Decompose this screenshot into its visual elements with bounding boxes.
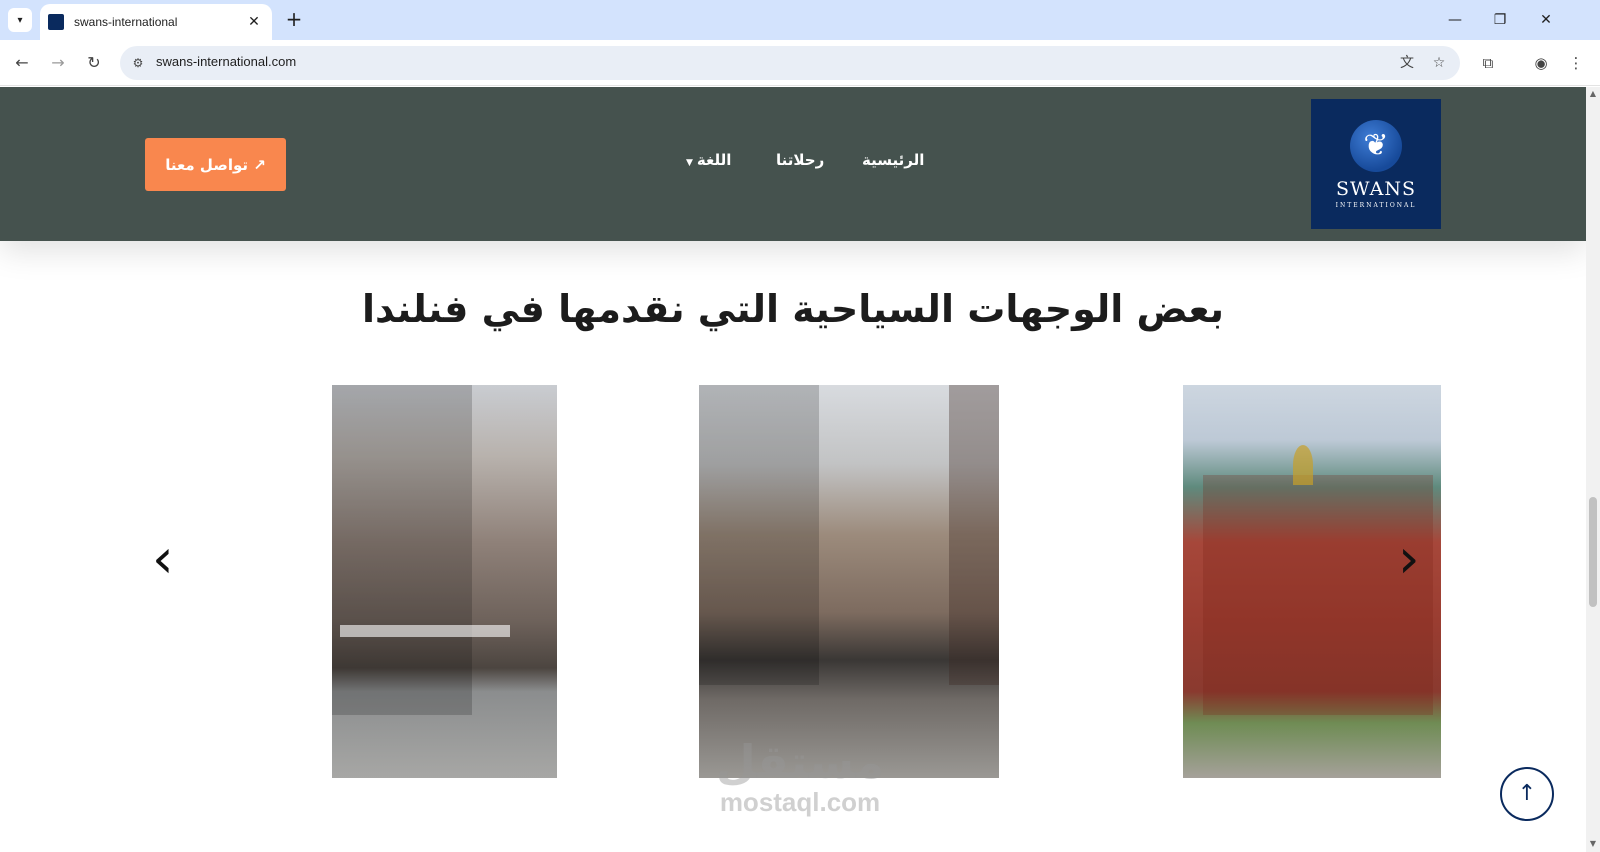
browser-tabstrip: ▾ swans-international ✕ + — ❐ ✕: [0, 0, 1600, 40]
url-text: swans-international.com: [156, 54, 297, 69]
mostaql-watermark: مستقل mostaql.com: [700, 737, 900, 818]
nav-trips[interactable]: رحلاتنا: [776, 151, 824, 169]
tab-title: swans-international: [74, 15, 178, 29]
site-favicon-icon: [48, 14, 64, 30]
swan-icon: ❦: [1350, 119, 1402, 172]
extensions-icon[interactable]: ⧉: [1474, 49, 1502, 77]
building-facade: [332, 385, 472, 715]
address-bar[interactable]: ⚙ swans-international.com 文 ☆: [120, 46, 1460, 80]
profile-icon[interactable]: ◉: [1527, 49, 1555, 77]
section-title: بعض الوجهات السياحية التي نقدمها في فنلن…: [361, 287, 1225, 331]
cathedral-body: [1203, 475, 1433, 715]
nav-language-label: اللغة: [696, 151, 732, 169]
close-window-icon[interactable]: ✕: [1523, 8, 1569, 32]
back-icon[interactable]: ←: [8, 49, 36, 77]
scroll-up-arrow-icon[interactable]: ▲: [1588, 89, 1598, 98]
new-tab-button[interactable]: +: [282, 8, 306, 32]
browser-toolbar: ← → ↻ ⚙ swans-international.com 文 ☆ ⧉ ◉ …: [0, 40, 1600, 86]
scroll-thumb[interactable]: [1589, 497, 1597, 607]
minimize-icon[interactable]: —: [1432, 8, 1478, 32]
site-header: ❦ SWANS INTERNATIONAL الرئيسية رحلاتنا ▼…: [0, 87, 1586, 241]
bookmark-star-icon[interactable]: ☆: [1429, 53, 1449, 73]
site-info-icon[interactable]: ⚙: [128, 53, 148, 73]
swans-logo[interactable]: ❦ SWANS INTERNATIONAL: [1311, 99, 1441, 229]
logo-subtext: INTERNATIONAL: [1335, 201, 1417, 209]
menu-kebab-icon[interactable]: ⋮: [1562, 49, 1590, 77]
cafe-awning: [340, 625, 510, 637]
carousel-prev-arrow[interactable]: ‹: [152, 532, 174, 586]
contact-us-button[interactable]: تواصل معنا ↗: [145, 138, 286, 191]
forward-icon[interactable]: →: [44, 49, 72, 77]
reload-icon[interactable]: ↻: [80, 49, 108, 77]
page-scrollbar[interactable]: ▲ ▼: [1586, 87, 1600, 852]
nav-home[interactable]: الرئيسية: [862, 151, 924, 169]
building-right: [949, 385, 999, 685]
watermark-english: mostaql.com: [719, 787, 881, 817]
page-viewport: ❦ SWANS INTERNATIONAL الرئيسية رحلاتنا ▼…: [0, 87, 1586, 852]
destination-photo-avenue[interactable]: [699, 385, 999, 778]
logo-text: SWANS: [1336, 177, 1416, 200]
close-tab-icon[interactable]: ✕: [244, 14, 264, 30]
scroll-to-top-button[interactable]: ↑: [1500, 767, 1554, 821]
tab-search-button[interactable]: ▾: [8, 8, 32, 32]
caret-down-icon: ▼: [686, 158, 693, 168]
carousel-next-arrow[interactable]: ›: [1398, 532, 1420, 586]
watermark-arabic: مستقل: [715, 735, 885, 789]
destination-photo-street[interactable]: [332, 385, 557, 778]
golden-dome: [1293, 445, 1313, 485]
translate-icon[interactable]: 文: [1397, 53, 1417, 73]
restore-icon[interactable]: ❐: [1477, 8, 1523, 32]
scroll-down-arrow-icon[interactable]: ▼: [1588, 839, 1598, 848]
browser-tab[interactable]: swans-international ✕: [40, 4, 272, 40]
building-left: [699, 385, 819, 685]
nav-language-dropdown[interactable]: ▼ اللغة: [686, 151, 731, 169]
